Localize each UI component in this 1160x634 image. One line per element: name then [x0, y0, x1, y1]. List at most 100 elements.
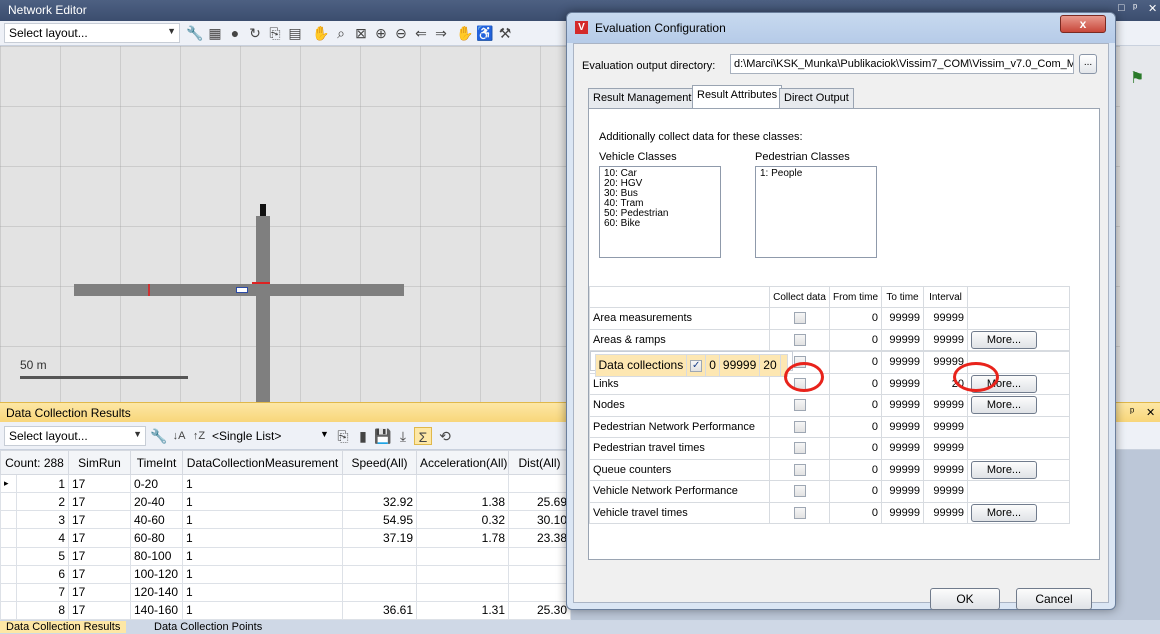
hand-icon[interactable]: ✋ — [456, 24, 474, 42]
more-button[interactable]: More... — [971, 396, 1037, 415]
arrow-right-icon[interactable]: ⇒ — [432, 24, 450, 42]
cell-measurement[interactable]: 1 — [182, 492, 343, 512]
zoom-select-icon[interactable]: ⌕ — [332, 24, 350, 42]
cell-index[interactable]: 2 — [16, 492, 69, 512]
to-time-cell[interactable]: 99999 — [881, 415, 924, 438]
interval-time-cell[interactable]: 99999 — [923, 415, 968, 438]
cell-dist[interactable] — [508, 546, 571, 566]
from-time-cell[interactable]: 0 — [829, 415, 882, 438]
cell-index[interactable]: 8 — [16, 600, 69, 621]
more-button[interactable]: More... — [971, 503, 1037, 522]
cell-acceleration[interactable] — [416, 564, 509, 584]
tab-data-collection-results[interactable]: Data Collection Results — [0, 621, 127, 633]
more-button[interactable]: More... — [971, 330, 1037, 349]
sort-descending-icon[interactable]: ↑Z — [190, 427, 208, 445]
collect-data-checkbox[interactable] — [793, 399, 806, 412]
column-header-simrun[interactable]: SimRun — [68, 450, 131, 475]
pan-icon[interactable]: ✋ — [312, 24, 330, 42]
column-header-count[interactable]: Count: 288 — [0, 450, 69, 475]
wrench-icon[interactable]: 🔧 — [186, 24, 204, 42]
attribute-row[interactable]: Area measurements 0 99999 99999 — [589, 307, 1070, 330]
cell-measurement[interactable]: 1 — [182, 546, 343, 566]
table-row[interactable]: 6 17 100-120 1 — [0, 564, 571, 584]
interval-time-cell[interactable]: 99999 — [923, 458, 968, 481]
row-selector-icon[interactable] — [0, 528, 17, 548]
cell-dist[interactable] — [508, 473, 571, 494]
cell-timeint[interactable]: 120-140 — [130, 582, 183, 602]
row-selector-icon[interactable] — [0, 600, 17, 621]
collect-data-checkbox[interactable] — [793, 485, 806, 498]
cell-measurement[interactable]: 1 — [182, 510, 343, 530]
column-header-timeint[interactable]: TimeInt — [130, 450, 183, 475]
from-time-cell[interactable]: 0 — [829, 328, 882, 351]
collect-data-checkbox[interactable] — [793, 312, 806, 325]
column-header-speed[interactable]: Speed(All) — [342, 450, 417, 475]
attribute-row[interactable]: Nodes 0 99999 99999 More... — [589, 394, 1070, 417]
signal-head-icon[interactable] — [260, 204, 266, 216]
table-row[interactable]: 3 17 40-60 1 54.95 0.32 30.10 — [0, 510, 571, 530]
from-time-cell[interactable]: 0 — [705, 354, 720, 377]
to-time-cell[interactable]: 99999 — [881, 437, 924, 460]
cell-dist[interactable] — [508, 564, 571, 584]
interval-time-cell[interactable]: 99999 — [923, 480, 968, 503]
interval-time-cell[interactable]: 99999 — [923, 307, 968, 330]
sum-icon[interactable]: Σ — [414, 427, 432, 445]
results-layout-select[interactable]: Select layout... ▼ — [4, 426, 146, 446]
vehicle-class-item[interactable]: 60: Bike — [604, 219, 716, 229]
history-icon[interactable]: ⟲ — [436, 427, 454, 445]
cell-timeint[interactable]: 80-100 — [130, 546, 183, 566]
cell-acceleration[interactable]: 1.78 — [416, 528, 509, 548]
to-time-cell[interactable]: 99999 — [718, 354, 761, 377]
cell-index[interactable]: 1 — [16, 473, 69, 494]
row-selector-icon[interactable]: ▸ — [0, 473, 17, 494]
cell-simrun[interactable]: 17 — [68, 546, 131, 566]
tools-icon[interactable]: ⚒ — [496, 24, 514, 42]
attribute-row[interactable]: Areas & ramps 0 99999 99999 More... — [589, 328, 1070, 351]
cell-speed[interactable] — [342, 582, 417, 602]
table-row[interactable]: 5 17 80-100 1 — [0, 546, 571, 566]
from-time-cell[interactable]: 0 — [829, 307, 882, 330]
cell-measurement[interactable]: 1 — [182, 564, 343, 584]
cell-simrun[interactable]: 17 — [68, 473, 131, 494]
row-selector-icon[interactable] — [0, 546, 17, 566]
export-icon[interactable]: ⤓ — [394, 427, 412, 445]
zoom-out-icon[interactable]: ⊖ — [392, 24, 410, 42]
cell-simrun[interactable]: 17 — [68, 492, 131, 512]
traffic-signal-icon[interactable]: ⚑ — [1130, 68, 1144, 88]
arrow-left-icon[interactable]: ⇐ — [412, 24, 430, 42]
rotate-icon[interactable]: ↻ — [246, 24, 264, 42]
cell-acceleration[interactable]: 1.31 — [416, 600, 509, 621]
vertical-link[interactable] — [256, 216, 270, 402]
to-time-cell[interactable]: 99999 — [881, 328, 924, 351]
more-button[interactable]: More... — [971, 460, 1037, 479]
cell-dist[interactable] — [508, 582, 571, 602]
cell-measurement[interactable]: 1 — [182, 600, 343, 621]
copy-icon[interactable]: ⎘ — [266, 24, 284, 42]
table-row[interactable]: 7 17 120-140 1 — [0, 582, 571, 602]
row-selector-icon[interactable] — [0, 564, 17, 584]
cell-index[interactable]: 4 — [16, 528, 69, 548]
sort-ascending-icon[interactable]: ↓A — [170, 427, 188, 445]
copy-icon[interactable]: ⎘ — [334, 427, 352, 445]
zoom-all-icon[interactable]: ⊠ — [352, 24, 370, 42]
cell-dist[interactable]: 25.69 — [508, 492, 571, 512]
attribute-row[interactable]: Pedestrian travel times 0 99999 99999 — [589, 437, 1070, 460]
cancel-button[interactable]: Cancel — [1016, 588, 1092, 610]
cell-measurement[interactable]: 1 — [182, 473, 343, 494]
pin-icon[interactable]: ᵖ — [1133, 2, 1137, 14]
attribute-row[interactable]: Vehicle Network Performance 0 99999 99999 — [589, 480, 1070, 503]
cell-index[interactable]: 3 — [16, 510, 69, 530]
cell-speed[interactable] — [342, 473, 417, 494]
cell-speed[interactable]: 36.61 — [342, 600, 417, 621]
grid-icon[interactable]: ▦ — [206, 24, 224, 42]
attribute-row[interactable]: Queue counters 0 99999 99999 More... — [589, 458, 1070, 481]
pedestrian-class-item[interactable]: 1: People — [760, 169, 872, 179]
to-time-cell[interactable]: 99999 — [881, 372, 924, 395]
interval-time-cell[interactable]: 99999 — [923, 501, 968, 524]
to-time-cell[interactable]: 99999 — [881, 351, 924, 374]
attribute-row[interactable]: Vehicle travel times 0 99999 99999 More... — [589, 501, 1070, 524]
from-time-cell[interactable]: 0 — [829, 437, 882, 460]
pin-icon[interactable]: ᵖ — [1130, 406, 1134, 418]
close-icon[interactable]: ✕ — [1146, 406, 1155, 419]
collect-data-checkbox[interactable]: ✓ — [690, 360, 703, 373]
